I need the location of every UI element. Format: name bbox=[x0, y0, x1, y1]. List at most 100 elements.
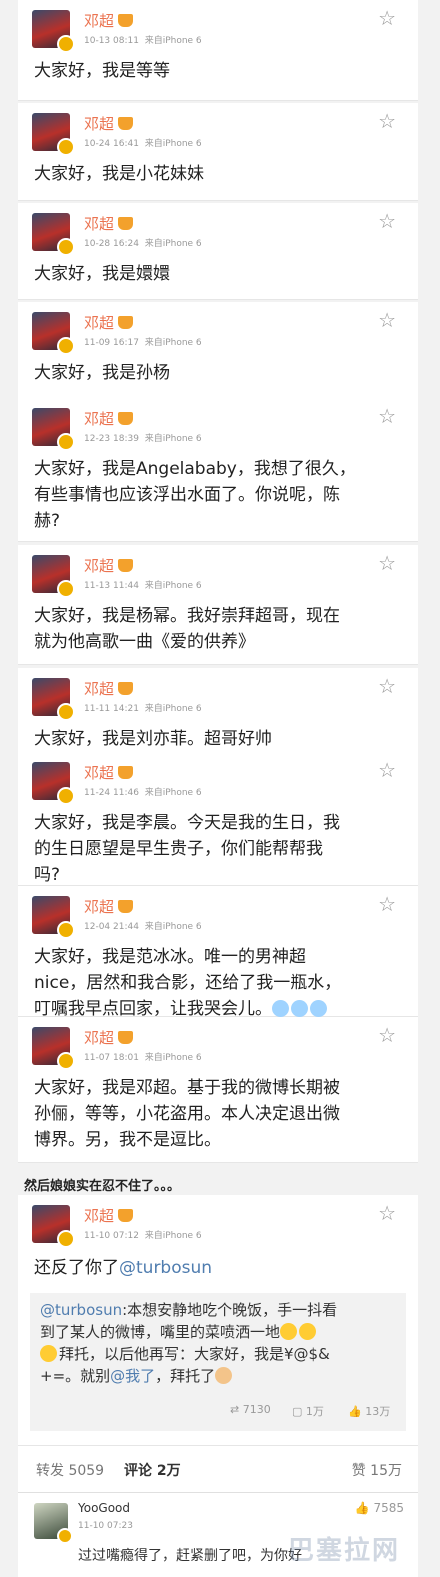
star-icon[interactable]: ☆ bbox=[378, 553, 396, 573]
avatar[interactable] bbox=[32, 213, 75, 256]
tab-like[interactable]: 赞 15万 bbox=[352, 1460, 402, 1480]
star-icon[interactable]: ☆ bbox=[378, 211, 396, 231]
star-icon[interactable]: ☆ bbox=[378, 1025, 396, 1045]
star-icon[interactable]: ☆ bbox=[378, 406, 396, 426]
star-icon[interactable]: ☆ bbox=[378, 894, 396, 914]
author-name[interactable]: 邓超 bbox=[84, 113, 134, 134]
author-name[interactable]: 邓超 bbox=[84, 762, 134, 783]
avatar[interactable] bbox=[32, 113, 75, 156]
verified-icon bbox=[57, 921, 75, 939]
tab-repost[interactable]: 转发 5059 bbox=[36, 1460, 104, 1480]
star-icon[interactable]: ☆ bbox=[378, 676, 396, 696]
avatar[interactable] bbox=[32, 678, 75, 721]
avatar[interactable] bbox=[32, 896, 75, 939]
author-name[interactable]: 邓超 bbox=[84, 678, 134, 699]
avatar[interactable] bbox=[32, 555, 75, 598]
post-text-line: 大家好，我是孙杨 bbox=[34, 363, 170, 383]
rt-mention-link[interactable]: @我了 bbox=[110, 1367, 155, 1385]
weibo-post: 邓超 11-09 16:17 来自iPhone 6 ☆ 大家好，我是孙杨 bbox=[18, 302, 418, 399]
post-text-line: 大家好，我是嬛嬛 bbox=[34, 264, 170, 284]
vip-crown-icon bbox=[118, 682, 134, 695]
avatar[interactable] bbox=[32, 1205, 75, 1248]
weibo-post: 邓超 11-24 11:46 来自iPhone 6 ☆ 大家好，我是李晨。今天是我的生… bbox=[18, 752, 418, 886]
comment-like[interactable]: 👍 7585 bbox=[355, 1501, 404, 1515]
vip-crown-icon bbox=[118, 316, 134, 329]
author-name[interactable]: 邓超 bbox=[84, 408, 134, 429]
rt-text: 拜托，以后他再写：大家好，我是¥@$& bbox=[59, 1345, 330, 1363]
weibo-post: 邓超 11-13 11:44 来自iPhone 6 ☆ 大家好，我是杨幂。我好崇拜超哥… bbox=[18, 545, 418, 665]
author-name[interactable]: 邓超 bbox=[84, 312, 134, 333]
post-text-line: nice，居然和我合影，还给了我一瓶水， bbox=[34, 973, 342, 993]
verified-icon bbox=[57, 35, 75, 53]
post-text: 大家好，我是孙杨 bbox=[34, 360, 406, 386]
avatar[interactable] bbox=[32, 762, 75, 805]
vip-crown-icon bbox=[118, 900, 134, 913]
vip-crown-icon bbox=[118, 14, 134, 27]
post-text-line: 大家好，我是等等 bbox=[34, 61, 170, 81]
comment-like-count: 7585 bbox=[373, 1501, 404, 1515]
crying-emoji-icon bbox=[310, 1000, 327, 1017]
verified-icon bbox=[57, 580, 75, 598]
rt-repost-count[interactable]: ⇄ 7130 bbox=[230, 1403, 271, 1416]
post-text-line: 博界。另，我不是逗比。 bbox=[34, 1130, 221, 1150]
vip-crown-icon bbox=[118, 559, 134, 572]
rt-user-link[interactable]: @turbosun bbox=[40, 1301, 122, 1319]
commenter-avatar[interactable] bbox=[34, 1503, 73, 1544]
comment-time: 11-10 07:23 bbox=[78, 1521, 133, 1531]
author-name[interactable]: 邓超 bbox=[84, 213, 134, 234]
repost-box[interactable]: @turbosun:本想安静地吃个晚饭，手一抖看 到了某人的微博，嘴里的菜喷洒一… bbox=[30, 1293, 406, 1431]
author-name[interactable]: 邓超 bbox=[84, 555, 134, 576]
author-name[interactable]: 邓超 bbox=[84, 1027, 134, 1048]
verified-icon bbox=[57, 787, 75, 805]
rt-text: 到了某人的微博，嘴里的菜喷洒一地 bbox=[40, 1323, 281, 1341]
author-name[interactable]: 邓超 bbox=[84, 896, 134, 917]
interaction-tabs: 转发 5059 评论 2万 赞 15万 bbox=[18, 1446, 418, 1493]
star-icon[interactable]: ☆ bbox=[378, 8, 396, 28]
final-post: 邓超 11-10 07:12 来自iPhone 6 ☆ 还反了你了@turbos… bbox=[18, 1195, 418, 1446]
post-meta: 10-24 16:41 来自iPhone 6 bbox=[84, 139, 202, 149]
post-text-line: 大家好，我是邓超。基于我的微博长期被 bbox=[34, 1078, 340, 1098]
rt-like-count[interactable]: 👍 13万 bbox=[348, 1403, 390, 1419]
mention-link[interactable]: @turbosun bbox=[119, 1258, 212, 1278]
avatar[interactable] bbox=[32, 408, 75, 451]
post-meta: 12-23 18:39 来自iPhone 6 bbox=[84, 434, 202, 444]
verified-icon bbox=[57, 337, 75, 355]
vip-crown-icon bbox=[118, 412, 134, 425]
weibo-post: 邓超 12-23 18:39 来自iPhone 6 ☆ 大家好，我是Angelabab… bbox=[18, 398, 418, 542]
post-text-line: 大家好，我是小花妹妹 bbox=[34, 164, 204, 184]
verified-icon bbox=[57, 138, 75, 156]
star-icon[interactable]: ☆ bbox=[378, 760, 396, 780]
post-meta: 11-13 11:44 来自iPhone 6 bbox=[84, 581, 202, 591]
author-name[interactable]: 邓超 bbox=[84, 10, 134, 31]
star-icon[interactable]: ☆ bbox=[378, 310, 396, 330]
verified-icon bbox=[57, 703, 75, 721]
star-icon[interactable]: ☆ bbox=[378, 111, 396, 131]
weibo-post: 邓超 10-24 16:41 来自iPhone 6 ☆ 大家好，我是小花妹妹 bbox=[18, 103, 418, 201]
post-text-line: 就为他高歌一曲《爱的供养》 bbox=[34, 632, 255, 652]
weibo-post: 邓超 11-11 14:21 来自iPhone 6 ☆ 大家好，我是刘亦菲。超哥好帅 bbox=[18, 668, 418, 753]
avatar[interactable] bbox=[32, 312, 75, 355]
weibo-post: 邓超 10-13 08:11 来自iPhone 6 ☆ 大家好，我是等等 bbox=[18, 0, 418, 101]
post-text: 大家好，我是邓超。基于我的微博长期被 孙俪，等等，小花盗用。本人决定退出微 博界。另… bbox=[34, 1075, 406, 1153]
tab-comment[interactable]: 评论 2万 bbox=[124, 1460, 181, 1480]
commenter-name[interactable]: YooGood bbox=[78, 1501, 130, 1515]
avatar[interactable] bbox=[32, 1027, 75, 1070]
post-meta: 10-28 16:24 来自iPhone 6 bbox=[84, 239, 202, 249]
post-text-line: 大家好，我是刘亦菲。超哥好帅 bbox=[34, 729, 272, 749]
vip-crown-icon bbox=[118, 1031, 134, 1044]
weibo-post: 邓超 12-04 21:44 来自iPhone 6 ☆ 大家好，我是范冰冰。唯一的男神… bbox=[18, 886, 418, 1019]
post-text-line: 大家好，我是Angelababy，我想了很久， bbox=[34, 459, 356, 479]
star-icon[interactable]: ☆ bbox=[378, 1203, 396, 1223]
post-text: 大家好，我是刘亦菲。超哥好帅 bbox=[34, 726, 406, 752]
post-text: 大家好，我是Angelababy，我想了很久， 有些事情也应该浮出水面了。你说呢，… bbox=[34, 456, 406, 534]
post-meta: 11-10 07:12 来自iPhone 6 bbox=[84, 1231, 202, 1241]
rt-comment-count[interactable]: ▢ 1万 bbox=[292, 1403, 324, 1419]
crying-emoji-icon bbox=[272, 1000, 289, 1017]
post-text: 大家好，我是小花妹妹 bbox=[34, 161, 406, 187]
post-text-line: 大家好，我是李晨。今天是我的生日，我 bbox=[34, 813, 340, 833]
verified-icon bbox=[57, 1230, 75, 1248]
post-meta: 11-11 14:21 来自iPhone 6 bbox=[84, 704, 202, 714]
avatar[interactable] bbox=[32, 10, 75, 53]
author-name[interactable]: 邓超 bbox=[84, 1205, 134, 1226]
watermark-logo: 巴塞拉网 bbox=[287, 1536, 400, 1566]
